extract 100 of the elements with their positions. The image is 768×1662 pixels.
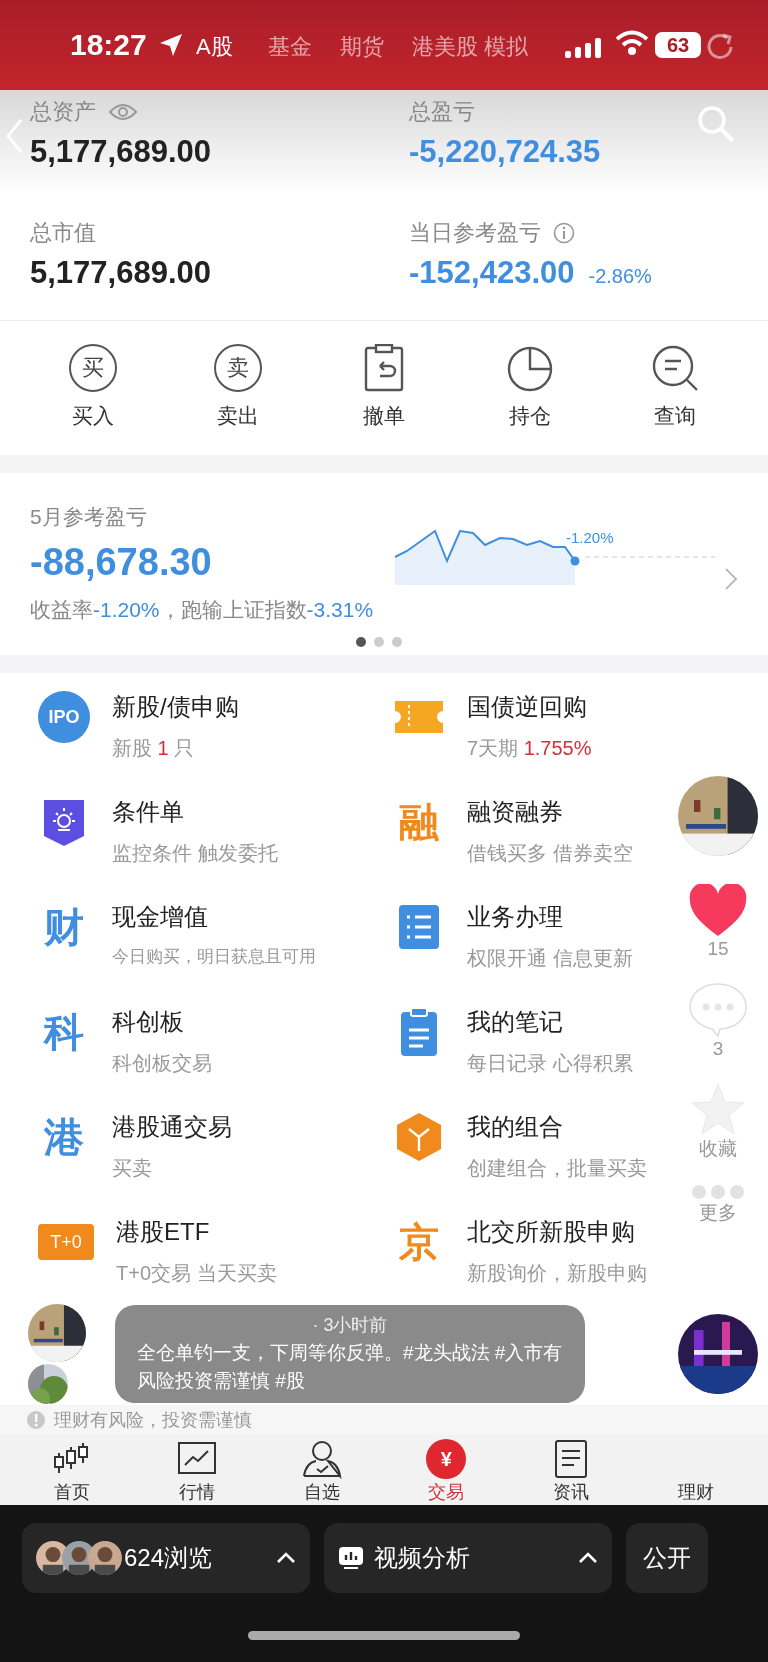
service-subtitle: 权限开通 信息更新: [467, 946, 633, 971]
location-arrow-icon: [158, 32, 184, 58]
post-time: · 3小时前: [312, 1314, 388, 1337]
pie-chart-icon: [505, 344, 554, 392]
service-icon: 科: [38, 1006, 90, 1058]
service-icon: 港: [38, 1111, 90, 1163]
service-item[interactable]: 港 港股通交易 买卖: [32, 1093, 387, 1198]
service-title: 新股/债申购: [112, 692, 239, 722]
service-icon: 融: [393, 796, 445, 848]
service-icon: T+0: [38, 1224, 94, 1260]
video-caption: 全仓单钓一支，下周等你反弹。#龙头战法 #入市有风险投资需谨慎 #股: [137, 1341, 563, 1393]
service-subtitle: T+0交易 当天买卖: [116, 1261, 277, 1286]
action-button[interactable]: 买 买入: [42, 343, 143, 455]
search-icon[interactable]: [696, 104, 736, 144]
like-count: 15: [707, 938, 729, 960]
monthly-card[interactable]: 5月参考盈亏 -88,678.30 收益率-1.20%，跑输上证指数-3.31% -1.20%: [0, 473, 768, 655]
service-title: 国债逆回购: [467, 692, 588, 722]
home-indicator[interactable]: [248, 1631, 520, 1640]
service-item[interactable]: 财 现金增值 今日购买，明日获息且可用: [32, 883, 387, 988]
service-item[interactable]: 融 融资融券 借钱买多 借券卖空: [387, 778, 768, 883]
action-button[interactable]: 查询: [625, 343, 726, 455]
service-subtitle: 买卖: [112, 1156, 153, 1181]
disclaimer-text: 理财有风险，投资需谨慎: [54, 1409, 252, 1432]
more-icon[interactable]: [691, 1184, 745, 1200]
service-item[interactable]: 科 科创板 科创板交易: [32, 988, 387, 1093]
heart-icon[interactable]: [688, 884, 748, 938]
bar-chart-icon: [338, 1546, 364, 1570]
service-title: 科创板: [112, 1007, 185, 1037]
service-subtitle: 科创板交易: [112, 1051, 212, 1076]
chart-label: -1.20%: [566, 529, 614, 546]
page-dot[interactable]: [356, 637, 366, 647]
summary-value: 5,177,689.00: [30, 255, 211, 291]
service-subtitle: 新股 1 只: [112, 736, 196, 761]
service-title: 我的笔记: [467, 1007, 564, 1037]
service-subtitle: 创建组合，批量买卖: [467, 1156, 647, 1181]
signal-icon: [565, 38, 601, 58]
service-title: 融资融券: [467, 797, 564, 827]
yuan-icon: ¥: [426, 1439, 467, 1479]
info-icon[interactable]: [553, 222, 575, 244]
caret-up-icon: [276, 1552, 296, 1564]
page-dot[interactable]: [392, 637, 402, 647]
service-item[interactable]: 国债逆回购 7天期 1.755%: [387, 673, 768, 778]
caret-up-icon: [578, 1552, 598, 1564]
action-icon: 买: [68, 344, 117, 392]
tab-bar-item[interactable]: 自选: [259, 1437, 384, 1503]
service-icon: 京: [393, 1216, 445, 1268]
tab-bar-item[interactable]: 行情: [134, 1437, 260, 1503]
service-icon: 财: [38, 901, 90, 953]
action-button[interactable]: 撤单: [334, 343, 434, 455]
tab-bar-item[interactable]: 资讯: [508, 1437, 634, 1503]
service-title: 条件单: [112, 797, 185, 827]
summary-value: -152,423.00: [409, 255, 575, 291]
views-button[interactable]: 624浏览: [22, 1523, 310, 1593]
refresh-icon[interactable]: [705, 32, 735, 62]
summary-value: -5,220,724.35: [409, 134, 601, 170]
favorite-label: 收藏: [699, 1137, 737, 1161]
action-button[interactable]: 持仓: [479, 343, 580, 455]
service-subtitle: 监控条件 触发委托: [112, 841, 278, 866]
eye-icon[interactable]: [108, 102, 138, 122]
status-time: 18:27: [70, 28, 147, 62]
battery-level: 63: [655, 32, 701, 58]
service-item[interactable]: IPO 新股/债申购 新股 1 只: [32, 673, 387, 778]
comment-icon[interactable]: [688, 982, 748, 1038]
more-label: 更多: [699, 1201, 737, 1225]
tab-bar-item[interactable]: 理财: [633, 1437, 758, 1503]
service-subtitle: 借钱买多 借券卖空: [467, 841, 633, 866]
tab-bar-item[interactable]: ¥ 交易: [384, 1437, 509, 1503]
alert-icon: [26, 1410, 46, 1430]
publish-button[interactable]: 公开: [626, 1523, 708, 1593]
wifi-icon: [615, 30, 649, 56]
service-title: 我的组合: [467, 1112, 564, 1142]
service-subtitle: 今日购买，明日获息且可用: [112, 946, 316, 968]
chevron-right-icon[interactable]: [724, 567, 738, 591]
back-icon[interactable]: [5, 118, 23, 154]
tab-bar-item[interactable]: 首页: [10, 1437, 135, 1503]
service-item[interactable]: T+0 港股ETF T+0交易 当天买卖: [32, 1198, 387, 1303]
service-title: 现金增值: [112, 902, 209, 932]
video-analysis-button[interactable]: 视频分析: [324, 1523, 612, 1593]
market-tab[interactable]: A股: [196, 32, 268, 62]
summary-label: 总盈亏: [409, 98, 475, 126]
search-list-icon: [651, 344, 700, 392]
service-title: 业务办理: [467, 902, 564, 932]
return-summary: 收益率-1.20%，跑输上证指数-3.31%: [30, 597, 374, 623]
comment-count: 3: [712, 1038, 724, 1060]
service-subtitle: 每日记录 心得积累: [467, 1051, 633, 1076]
service-subtitle: 新股询价，新股申购: [467, 1261, 647, 1286]
page-dot[interactable]: [374, 637, 384, 647]
ipo-icon: IPO: [38, 691, 90, 743]
summary-label: 总资产: [30, 98, 96, 126]
service-title: 北交所新股申购: [467, 1217, 636, 1247]
monthly-title: 5月参考盈亏: [30, 504, 148, 530]
summary-change: -2.86%: [588, 265, 652, 288]
summary-value: 5,177,689.00: [30, 134, 211, 170]
service-title: 港股ETF: [116, 1217, 211, 1247]
person-check-icon: [300, 1439, 343, 1479]
action-icon: 卖: [214, 344, 263, 392]
monthly-value: -88,678.30: [30, 541, 212, 584]
service-item[interactable]: 条件单 监控条件 触发委托: [32, 778, 387, 883]
service-title: 港股通交易: [112, 1112, 232, 1142]
action-button[interactable]: 卖 卖出: [188, 343, 289, 455]
